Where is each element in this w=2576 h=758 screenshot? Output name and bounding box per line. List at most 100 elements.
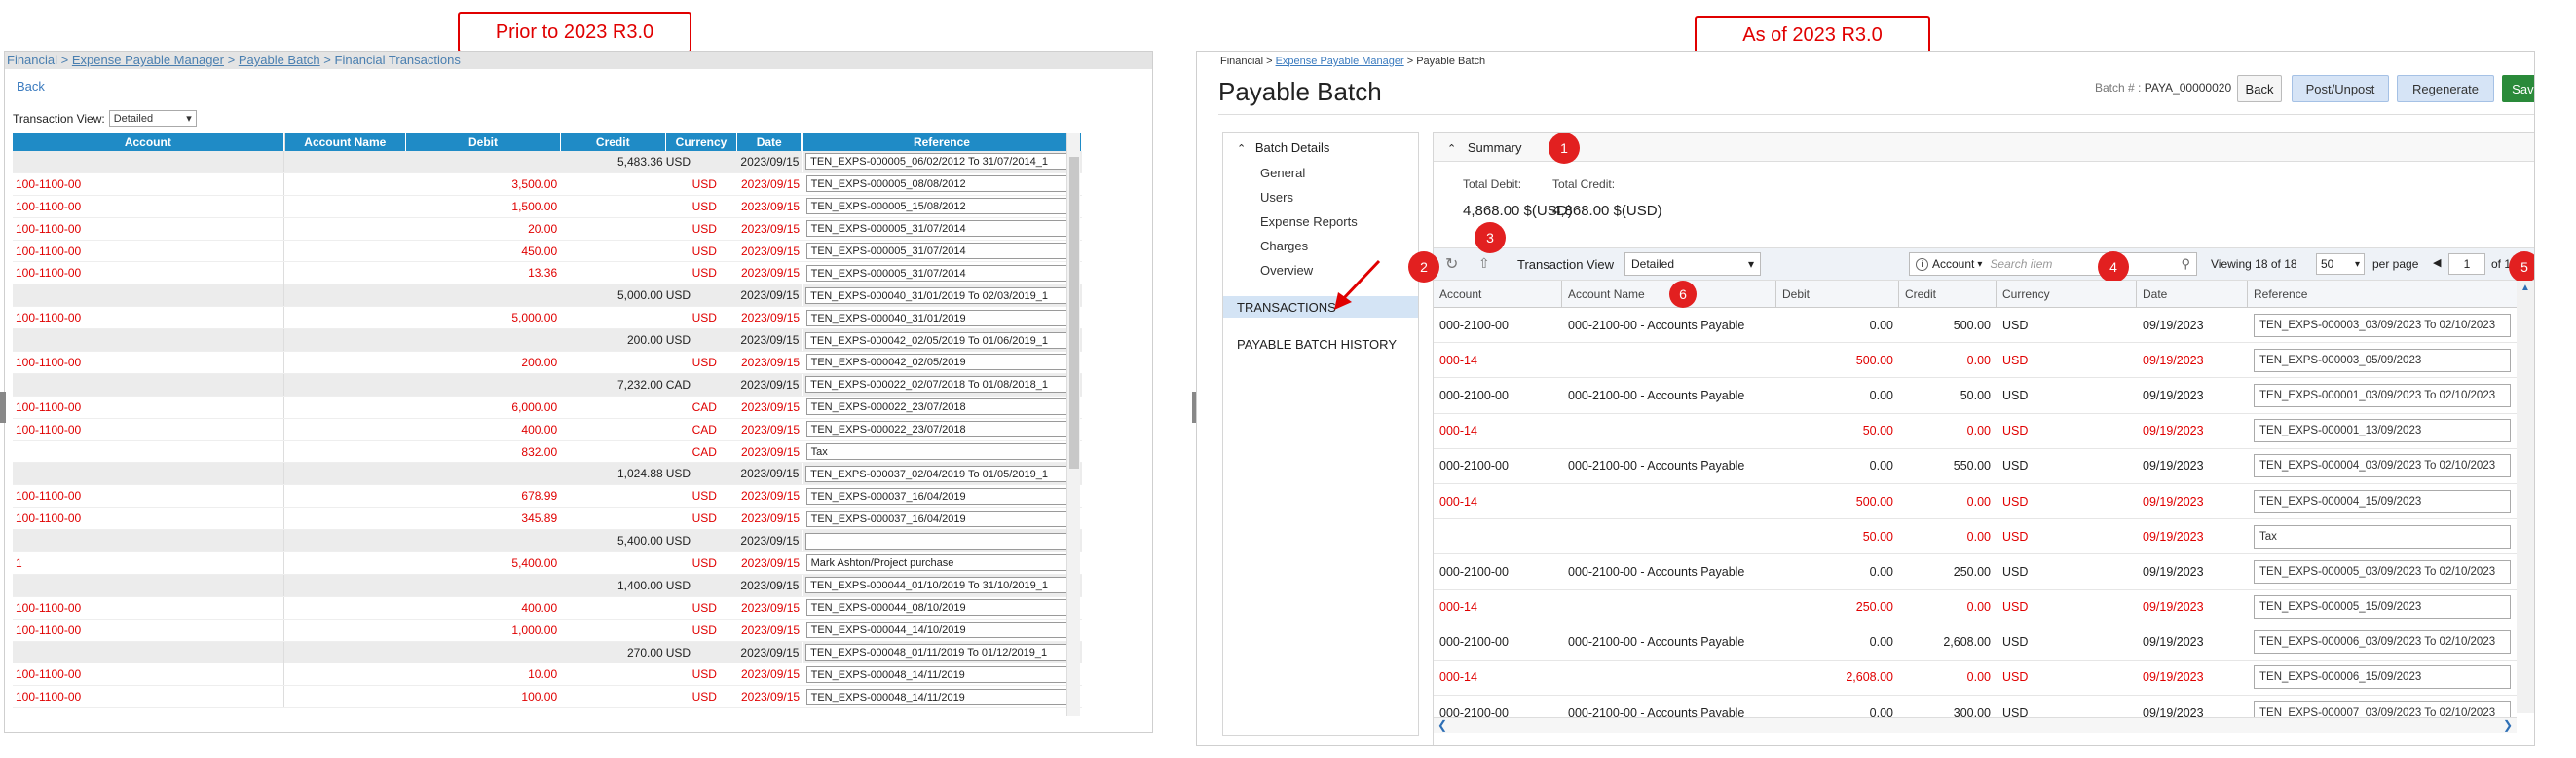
table-row[interactable]: 1,400.00 USD 2023/09/15 TEN_EXPS-000044_01/… (13, 574, 1082, 597)
table-row[interactable]: 100-1100-00 5,000.00 USD 2023/09/15 TEN_EXPS… (13, 307, 1082, 330)
nav-item-transactions[interactable]: TRANSACTIONS (1223, 296, 1418, 318)
col-credit[interactable]: Credit (561, 133, 666, 151)
col-reference[interactable]: Reference (2248, 281, 2517, 307)
table-row[interactable]: 000-14 50.00 0.00 USD 09/19/2023 TEN_EXPS-000… (1434, 414, 2517, 449)
reference-input[interactable]: Tax (805, 443, 1080, 461)
search-icon[interactable]: ⚲ (2181, 256, 2190, 272)
reference-input[interactable]: TEN_EXPS-000005_03/09/2023 To 02/10/2023 (2254, 559, 2511, 584)
col-account-name[interactable]: Account Name (283, 133, 407, 151)
reference-input[interactable]: TEN_EXPS-000005_06/02/2012 To 31/07/2014… (805, 153, 1079, 171)
reference-input[interactable]: TEN_EXPS-000005_31/07/2014 (805, 220, 1080, 238)
table-row[interactable]: 832.00 CAD 2023/09/15 Tax (13, 440, 1082, 464)
reference-input[interactable]: TEN_EXPS-000004_03/09/2023 To 02/10/2023 (2254, 454, 2511, 478)
reference-input[interactable]: TEN_EXPS-000022_23/07/2018 (805, 421, 1080, 438)
post-unpost-button[interactable]: Post/Unpost (2292, 75, 2389, 102)
table-row[interactable]: 100-1100-00 1,500.00 USD 2023/09/15 TEN_EXPS… (13, 195, 1082, 218)
table-row[interactable]: 000-14 500.00 0.00 USD 09/19/2023 TEN_EXPS-00… (1434, 343, 2517, 379)
reference-input[interactable]: TEN_EXPS-000001_13/09/2023 (2254, 419, 2511, 443)
back-button[interactable]: Back (2237, 75, 2282, 102)
table-row[interactable]: 270.00 USD 2023/09/15 TEN_EXPS-000048_01/11… (13, 641, 1082, 664)
reference-input[interactable]: TEN_EXPS-000022_23/07/2018 (805, 398, 1080, 416)
col-account[interactable]: Account (13, 133, 284, 151)
reference-input[interactable]: TEN_EXPS-000005_31/07/2014 (805, 243, 1080, 259)
export-icon[interactable]: ⇧ (1478, 255, 1490, 272)
search-field-select[interactable]: Account (1932, 257, 1974, 271)
reference-input[interactable]: TEN_EXPS-000005_15/09/2023 (2254, 595, 2511, 620)
reference-input[interactable]: TEN_EXPS-000005_15/08/2012 (805, 198, 1080, 215)
nav-item-charges[interactable]: Charges (1260, 239, 1308, 253)
prev-page-icon[interactable]: ◀ (2433, 256, 2441, 269)
reference-input[interactable]: TEN_EXPS-000044_08/10/2019 (805, 599, 1080, 617)
table-row[interactable]: 5,483.36 USD 2023/09/15 TEN_EXPS-000005_06/… (13, 151, 1082, 173)
reference-input[interactable]: TEN_EXPS-000040_31/01/2019 (805, 309, 1080, 326)
table-row[interactable]: 100-1100-00 10.00 USD 2023/09/15 TEN_EXPS-00… (13, 663, 1082, 687)
vertical-scrollbar[interactable] (1066, 133, 1080, 716)
reference-input[interactable]: TEN_EXPS-000006_03/09/2023 To 02/10/2023 (2254, 630, 2511, 655)
page-input[interactable]: 1 (2448, 253, 2485, 275)
reference-input[interactable]: TEN_EXPS-000048_01/11/2019 To 01/12/2019… (805, 644, 1079, 662)
transaction-view-select[interactable]: Detailed ▾ (108, 110, 197, 127)
table-row[interactable]: 000-2100-00 000-2100-00 - Accounts Payabl… (1434, 554, 2517, 590)
reference-input[interactable]: TEN_EXPS-000006_15/09/2023 (2254, 665, 2511, 690)
crumb-payable-batch[interactable]: Payable Batch (239, 53, 320, 67)
table-row[interactable]: 100-1100-00 3,500.00 USD 2023/09/15 TEN_EXPS… (13, 172, 1082, 196)
col-debit[interactable]: Debit (1776, 281, 1899, 307)
reference-input[interactable]: TEN_EXPS-000040_31/01/2019 To 02/03/2019… (805, 286, 1079, 304)
col-debit[interactable]: Debit (406, 133, 561, 151)
col-currency[interactable]: Currency (666, 133, 738, 151)
refresh-icon[interactable]: ↻ (1445, 254, 1458, 274)
table-row[interactable]: 100-1100-00 678.99 USD 2023/09/15 TEN_EXPS-0… (13, 485, 1082, 509)
crumb-financial[interactable]: Financial (7, 53, 57, 67)
table-row[interactable]: 100-1100-00 100.00 USD 2023/09/15 TEN_EXPS-0… (13, 686, 1082, 709)
nav-item-expense-reports[interactable]: Expense Reports (1260, 214, 1358, 229)
reference-input[interactable]: Tax (2254, 524, 2511, 549)
nav-item-overview[interactable]: Overview (1260, 263, 1313, 278)
reference-input[interactable]: TEN_EXPS-000003_05/09/2023 (2254, 348, 2511, 372)
scroll-right-icon[interactable]: ❯ (2503, 718, 2513, 732)
table-row[interactable]: 100-1100-00 6,000.00 CAD 2023/09/15 TEN_EXPS… (13, 396, 1082, 419)
regenerate-button[interactable]: Regenerate (2397, 75, 2494, 102)
reference-input[interactable]: TEN_EXPS-000042_02/05/2019 To 01/06/2019… (805, 331, 1079, 349)
table-row[interactable]: 000-2100-00 000-2100-00 - Accounts Payabl… (1434, 625, 2517, 661)
table-row[interactable]: 100-1100-00 200.00 USD 2023/09/15 TEN_EXPS-0… (13, 352, 1082, 374)
reference-input[interactable]: TEN_EXPS-000005_31/07/2014 (805, 264, 1080, 282)
table-row[interactable]: 100-1100-00 400.00 CAD 2023/09/15 TEN_EXPS-0… (13, 418, 1082, 441)
col-date[interactable]: Date (2137, 281, 2248, 307)
col-account[interactable]: Account (1434, 281, 1562, 307)
table-row[interactable]: 100-1100-00 1,000.00 USD 2023/09/15 TEN_EXPS… (13, 619, 1082, 642)
table-row[interactable]: 000-14 2,608.00 0.00 USD 09/19/2023 TEN_EXPS-… (1434, 661, 2517, 697)
reference-input[interactable]: TEN_EXPS-000037_16/04/2019 (805, 510, 1080, 527)
reference-input[interactable]: TEN_EXPS-000037_02/04/2019 To 01/05/2019… (805, 465, 1079, 482)
scrollbar-thumb[interactable] (1069, 157, 1079, 469)
nav-item-payable-batch-history[interactable]: PAYABLE BATCH HISTORY (1237, 337, 1397, 352)
table-row[interactable]: 000-2100-00 000-2100-00 - Accounts Payabl… (1434, 449, 2517, 484)
vertical-scrollbar[interactable]: ▲ (2517, 281, 2534, 713)
reference-input[interactable]: TEN_EXPS-000042_02/05/2019 (805, 354, 1080, 371)
table-row[interactable]: 100-1100-00 20.00 USD 2023/09/15 TEN_EXPS-00… (13, 217, 1082, 241)
table-row[interactable]: 7,232.00 CAD 2023/09/15 TEN_EXPS-000022_02/… (13, 373, 1082, 397)
reference-input[interactable]: TEN_EXPS-000003_03/09/2023 To 02/10/2023 (2254, 313, 2511, 337)
summary-header[interactable]: ⌃ Summary (1434, 133, 2534, 162)
table-row[interactable]: 1,024.88 USD 2023/09/15 TEN_EXPS-000037_02/… (13, 463, 1082, 486)
nav-item-general[interactable]: General (1260, 166, 1305, 180)
reference-input[interactable]: TEN_EXPS-000005_08/08/2012 (805, 175, 1080, 193)
page-size-select[interactable]: 50 ▾ (2316, 253, 2365, 275)
table-row[interactable]: 000-14 500.00 0.00 USD 09/19/2023 TEN_EXPS-00… (1434, 484, 2517, 520)
col-reference[interactable]: Reference ⇄ (801, 133, 1082, 151)
reference-input[interactable]: TEN_EXPS-000037_16/04/2019 (805, 487, 1080, 505)
reference-input[interactable]: TEN_EXPS-000004_15/09/2023 (2254, 489, 2511, 513)
reference-input[interactable]: TEN_EXPS-000048_14/11/2019 (805, 665, 1080, 683)
table-row[interactable]: 100-1100-00 345.89 USD 2023/09/15 TEN_EXPS-0… (13, 508, 1082, 531)
table-row[interactable]: 000-14 250.00 0.00 USD 09/19/2023 TEN_EXPS-00… (1434, 590, 2517, 625)
scroll-up-icon[interactable]: ▲ (2520, 283, 2530, 293)
table-row[interactable]: 1 5,400.00 USD 2023/09/15 Mark Ashton/Projec… (13, 552, 1082, 575)
table-row[interactable]: 5,000.00 USD 2023/09/15 TEN_EXPS-000040_31/… (13, 284, 1082, 308)
crumb-expense-payable-manager[interactable]: Expense Payable Manager (72, 53, 224, 67)
table-row[interactable]: 000-2100-00 000-2100-00 - Accounts Payabl… (1434, 378, 2517, 414)
table-row[interactable]: 000-2100-00 000-2100-00 - Accounts Payabl… (1434, 308, 2517, 344)
reference-input[interactable]: TEN_EXPS-000044_14/10/2019 (805, 622, 1080, 639)
transaction-view-select[interactable]: Detailed ▾ (1624, 252, 1761, 276)
crumb-expense-payable-manager[interactable]: Expense Payable Manager (1276, 56, 1404, 67)
table-row[interactable]: 200.00 USD 2023/09/15 TEN_EXPS-000042_02/05… (13, 329, 1082, 353)
panel-collapse-handle[interactable] (0, 392, 6, 423)
